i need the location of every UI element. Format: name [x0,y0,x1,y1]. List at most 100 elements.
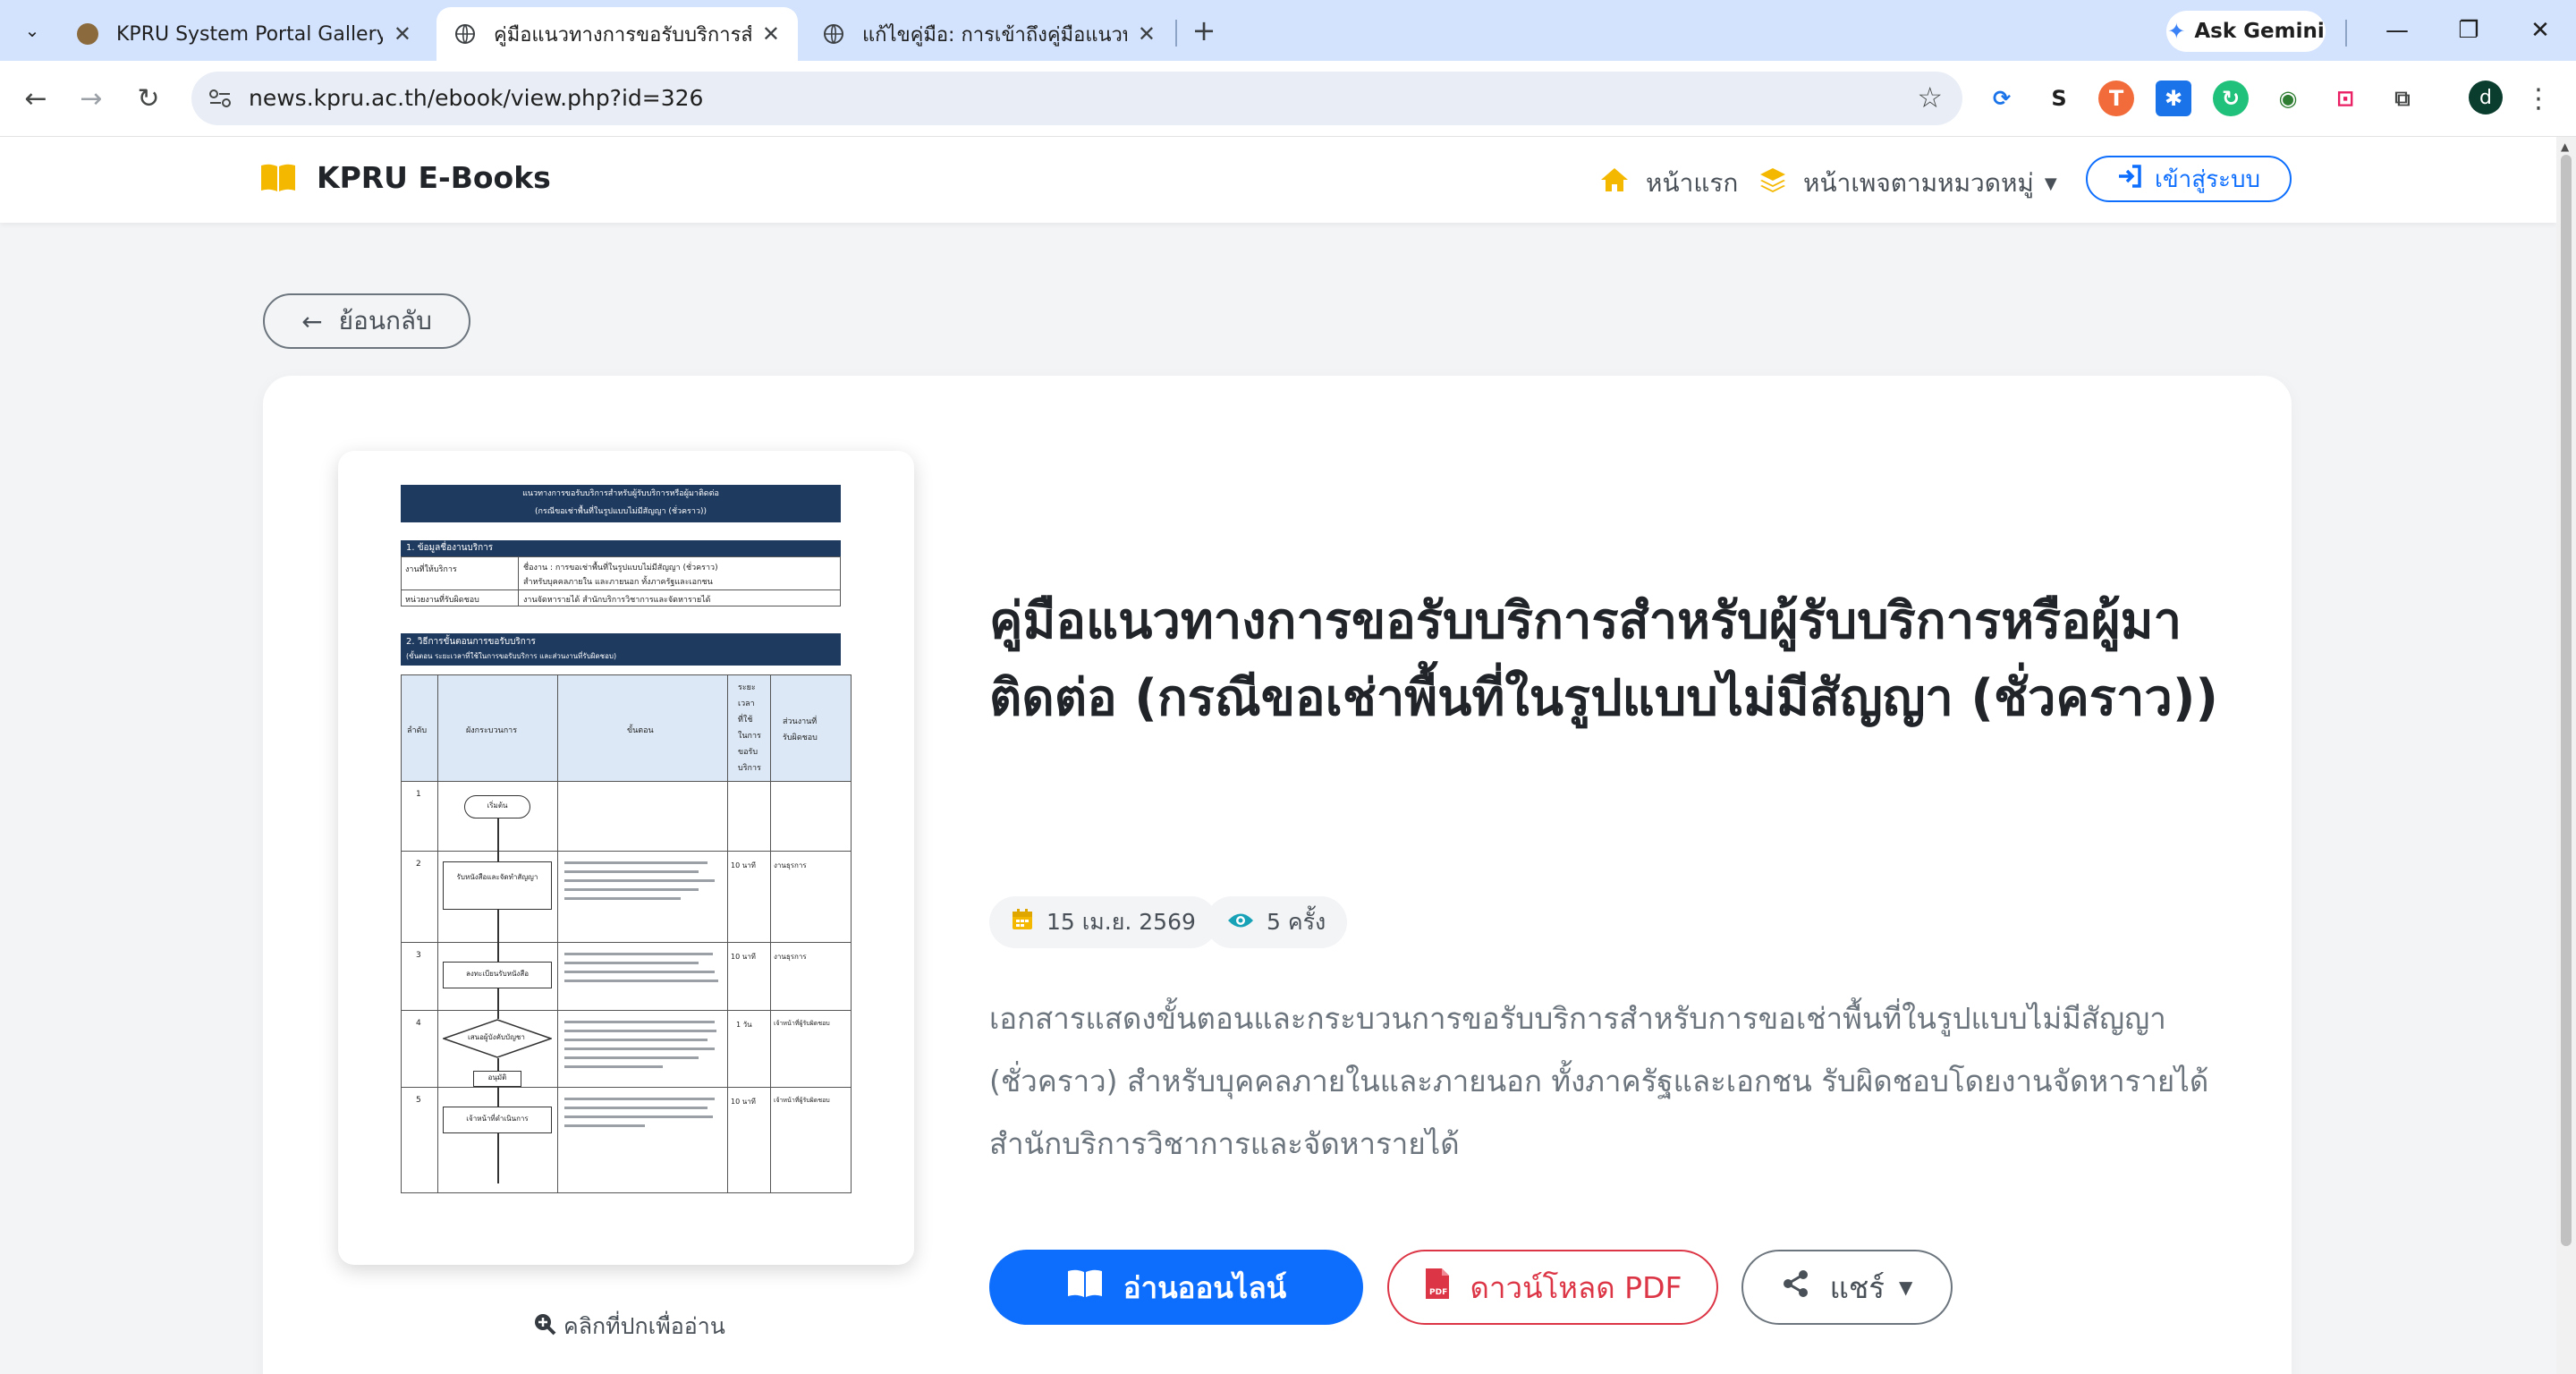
doc-text: เจ้าหน้าที่ผู้รับผิดชอบ [774,1097,830,1104]
doc-section-2: 2. วิธีการขั้นตอนการขอรับบริการ (ขั้นตอน… [401,633,841,666]
doc-header: แนวทางการขอรับบริการสำหรับผู้รับบริการหร… [401,485,841,522]
browser-tab-strip: ⌄ KPRU System Portal Gallery ✕ คู่มือแนว… [0,0,2576,61]
share-icon [1782,1269,1810,1305]
share-label: แชร์ [1829,1269,1885,1305]
ebook-title: คู่มือแนวทางการขอรับบริการสำหรับผู้รับบร… [989,592,2219,727]
home-icon [1599,166,1630,200]
browser-tab-edit-manual[interactable]: แก้ไขคู่มือ: การเข้าถึงคู่มือแนวทางกา ✕ [805,7,1174,61]
green-extension-icon[interactable]: ↻ [2213,81,2249,116]
doc-text: 10 นาที [731,861,756,869]
plus-icon: + [1191,13,1216,47]
cover-click-hint: คลิกที่ปกเพื่ออ่าน [533,1309,725,1344]
view-count: 5 ครั้ง [1267,909,1326,935]
camera-extension-icon[interactable]: ⊡ [2327,81,2363,116]
site-brand[interactable]: KPRU E-Books [259,160,551,195]
doc-section-2-subtitle: (ขั้นตอน ระยะเวลาที่ใช้ในการขอรับบริการ … [406,652,617,660]
chrome-menu-icon[interactable]: ⋮ [2525,81,2552,116]
reload-button[interactable]: ↻ [127,77,170,120]
doc-text: ลำดับ [407,726,428,735]
browser-toolbar: ← → ↻ news.kpru.ac.th/ebook/view.php?id=… [0,61,2576,137]
doc-text: รับผิดชอบ [783,734,818,742]
doc-text: บริการ [738,764,761,773]
doc-text: 10 นาที [731,1098,756,1106]
minimize-window-button[interactable]: — [2377,13,2417,48]
address-bar[interactable]: news.kpru.ac.th/ebook/view.php?id=326 ☆ [191,72,1962,125]
t-extension-icon[interactable]: T [2098,81,2134,116]
doc-text: งานธุรการ [774,953,807,961]
doc-section-2-title: 2. วิธีการขั้นตอนการขอรับบริการ [406,637,536,647]
sync-extension-icon[interactable]: ⟳ [1984,81,2020,116]
doc-text: 1 [416,790,421,799]
caret-down-icon: ▼ [1899,1276,1913,1298]
globe-extension-icon[interactable]: ◉ [2270,81,2306,116]
bookmark-star-icon[interactable]: ☆ [1917,81,1943,114]
ask-gemini-button[interactable]: ✦ Ask Gemini [2166,11,2326,52]
share-dropdown-button[interactable]: แชร์ ▼ [1741,1250,1953,1325]
ebook-cover-thumbnail[interactable]: แนวทางการขอรับบริการสำหรับผู้รับบริการหร… [338,451,914,1265]
arrow-left-icon: ← [301,306,323,336]
browser-tab-portal-gallery[interactable]: KPRU System Portal Gallery ✕ [59,7,429,61]
layers-icon [1758,166,1787,200]
close-icon[interactable]: ✕ [394,21,411,47]
tab-title: แก้ไขคู่มือ: การเข้าถึงคู่มือแนวทางกา [862,23,1127,47]
gear-extension-icon[interactable]: ✱ [2156,81,2191,116]
read-online-label: อ่านออนไลน์ [1123,1269,1287,1305]
flow-process-node: เจ้าหน้าที่ดำเนินการ [443,1107,552,1133]
close-icon[interactable]: ✕ [1138,21,1156,47]
restore-icon: ❐ [2458,17,2479,44]
doc-text: ผังกระบวนการ [466,726,518,735]
doc-text: ขั้นตอน [627,726,654,735]
tab-separator [2345,20,2347,47]
login-label: เข้าสู่ระบบ [2154,165,2261,193]
browser-tab-ebook-view[interactable]: คู่มือแนวทางการขอรับบริการสำหรับผู้ ✕ [436,7,798,61]
reload-icon: ↻ [137,82,160,114]
sign-in-icon [2117,164,2142,194]
eye-icon [1227,910,1254,936]
nav-categories-label: หน้าเพจตามหมวดหมู่ [1803,168,2034,198]
restore-window-button[interactable]: ❐ [2449,13,2488,48]
scrollbar-thumb[interactable] [2561,155,2572,1246]
tab-search-button[interactable]: ⌄ [14,13,50,48]
doc-header-line: (กรณีขอเช่าพื้นที่ในรูปแบบไม่มีสัญญา (ชั… [534,507,708,516]
page-scrollbar[interactable]: ▲ [2556,137,2576,1374]
profile-avatar[interactable]: d [2469,81,2503,114]
close-window-button[interactable]: ✕ [2521,13,2560,48]
globe-icon [454,23,476,45]
file-pdf-icon: PDF [1424,1267,1451,1308]
doc-text: ส่วนงานที่ [783,717,818,726]
back-nav-button[interactable]: ← [14,77,57,120]
nav-home-label: หน้าแรก [1646,168,1739,198]
doc-text: 3 [416,951,421,960]
new-tab-button[interactable]: + [1186,13,1222,48]
site-info-icon[interactable] [204,82,236,114]
nav-categories-dropdown[interactable]: หน้าเพจตามหมวดหมู่ ▼ [1758,164,2057,203]
doc-text: ในการ [738,732,761,741]
back-button[interactable]: ← ย้อนกลับ [263,293,470,349]
url-text: news.kpru.ac.th/ebook/view.php?id=326 [249,85,704,111]
scroll-up-arrow-icon[interactable]: ▲ [2561,140,2569,153]
login-button[interactable]: เข้าสู่ระบบ [2086,156,2292,202]
forward-nav-button[interactable]: → [70,77,113,120]
download-pdf-label: ดาวน์โหลด PDF [1470,1269,1682,1305]
nav-home-link[interactable]: หน้าแรก [1599,164,1738,203]
ask-gemini-label: Ask Gemini [2194,20,2325,43]
read-online-button[interactable]: อ่านออนไลน์ [989,1250,1363,1325]
doc-text: 1 วัน [736,1021,752,1029]
doc-text: หน่วยงานที่รับผิดชอบ [405,596,479,605]
puzzle-extensions-icon[interactable]: ⧉ [2385,81,2420,116]
s-extension-icon[interactable]: S [2041,81,2077,116]
doc-header-line: แนวทางการขอรับบริการสำหรับผู้รับบริการหร… [522,489,719,498]
close-icon[interactable]: ✕ [762,21,780,47]
doc-text: งานธุรการ [774,861,807,869]
open-book-icon [259,163,297,193]
publish-date-badge: 15 เม.ย. 2569 [989,896,1217,948]
kpru-favicon-icon [77,23,98,45]
arrow-right-icon: → [80,82,103,114]
back-label: ย้อนกลับ [338,306,432,335]
doc-text: งานที่ให้บริการ [405,565,457,574]
download-pdf-button[interactable]: PDF ดาวน์โหลด PDF [1387,1250,1718,1325]
svg-text:PDF: PDF [1429,1288,1447,1297]
doc-text: เวลา [738,700,755,708]
flow-process-node: รับหนังสือและจัดทำสัญญา [443,861,552,910]
tab-title: KPRU System Portal Gallery [116,22,383,46]
